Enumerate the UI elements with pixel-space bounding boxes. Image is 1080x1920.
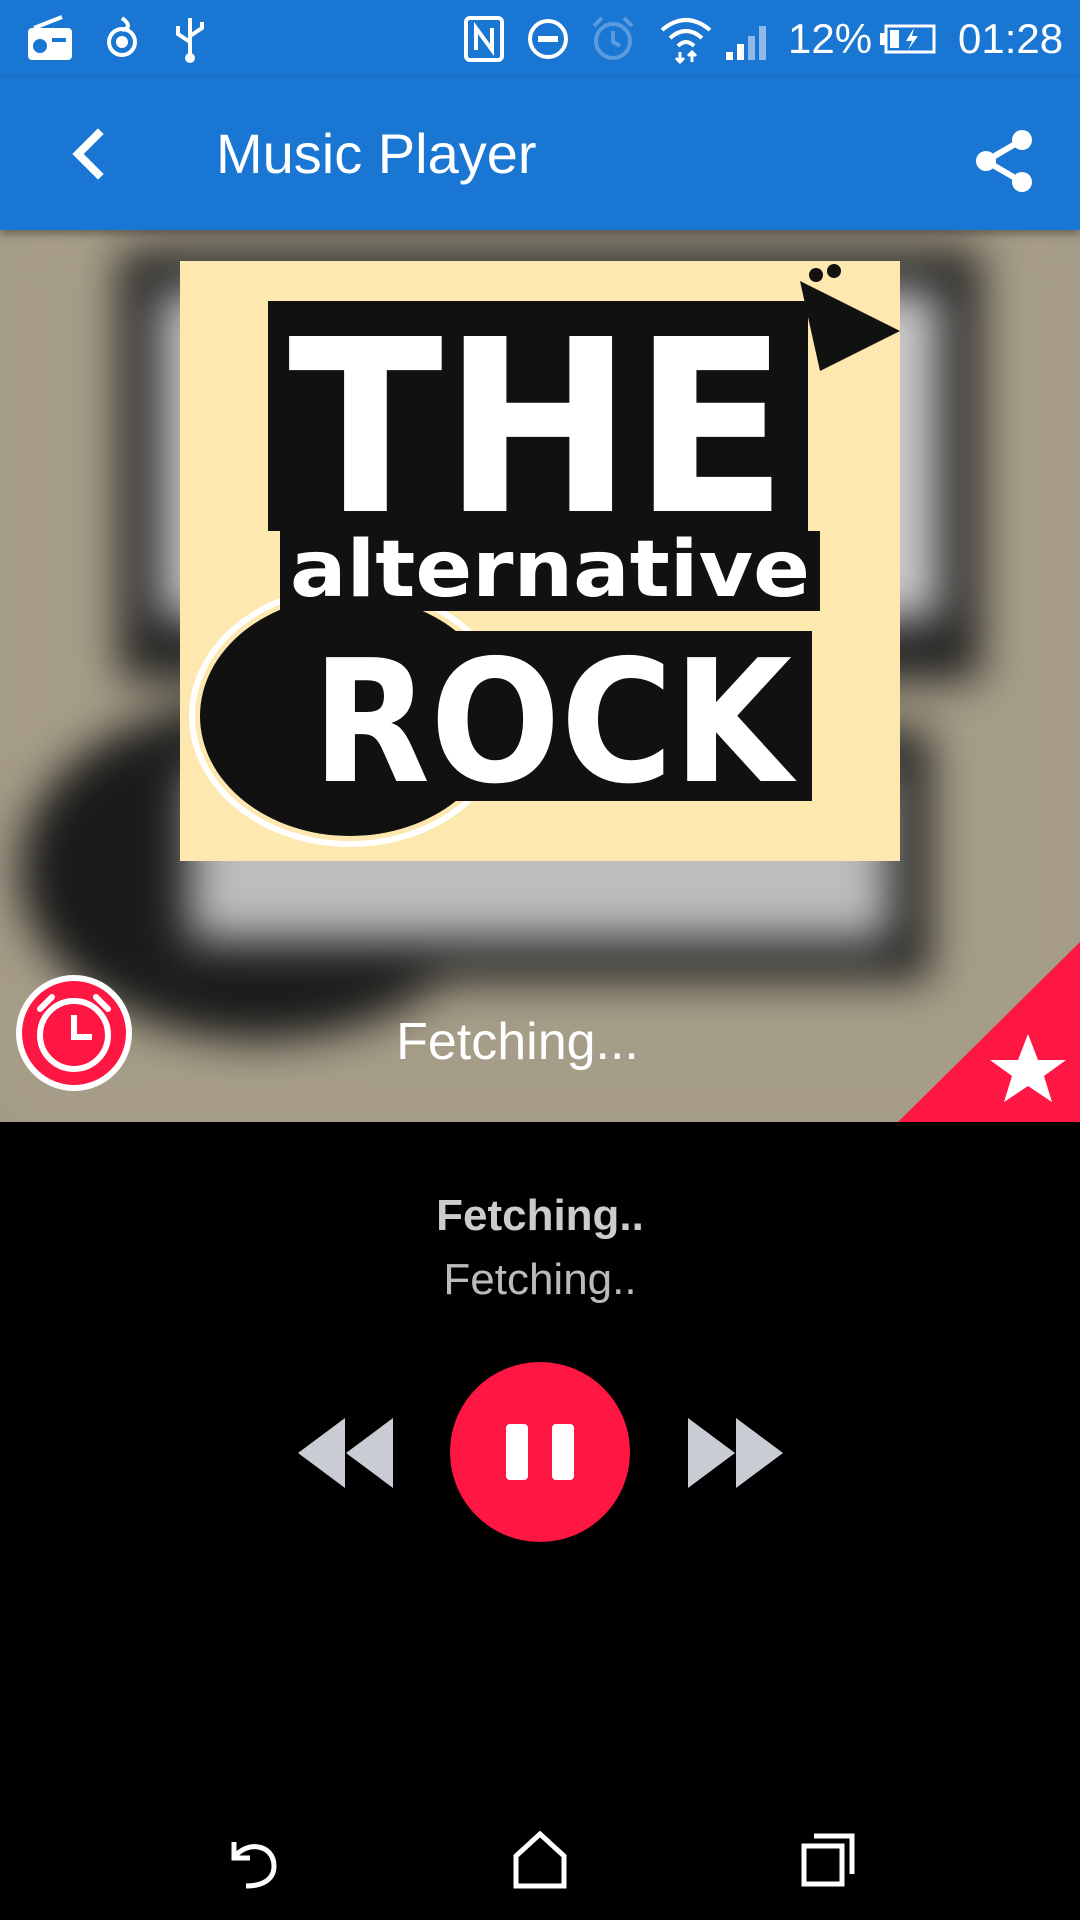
status-bar: 12% 01:28 [0, 0, 1080, 78]
logo-alternative: alternative [290, 525, 810, 615]
fast-forward-icon[interactable] [688, 1418, 783, 1488]
app-bar: Music Player [0, 78, 1080, 230]
radio-icon [28, 15, 72, 60]
album-art: THE alternative ROCK [180, 261, 900, 861]
track-title: Fetching.. [436, 1191, 644, 1240]
page-title: Music Player [216, 122, 537, 185]
battery-percent: 12% [788, 15, 873, 62]
navigation-bar [0, 1800, 1080, 1920]
artwork-area: THE alternative ROCK Fetching... [0, 230, 1080, 1122]
home-icon[interactable] [504, 1824, 576, 1896]
signal-icon [726, 26, 766, 60]
share-icon[interactable] [970, 126, 1040, 196]
stream-status: Fetching... [396, 1013, 639, 1071]
recents-icon[interactable] [792, 1824, 864, 1896]
pause-icon[interactable] [450, 1362, 630, 1542]
battery-charging-icon [880, 24, 936, 54]
usb-icon [176, 18, 204, 63]
track-artist: Fetching.. [443, 1255, 637, 1304]
favorite-button[interactable] [898, 942, 1080, 1122]
rewind-icon[interactable] [298, 1418, 393, 1488]
wifi-icon [660, 18, 712, 64]
chevron-left-icon[interactable] [50, 114, 130, 194]
hotspot-icon [107, 16, 137, 57]
nfc-icon [464, 16, 504, 62]
alarm-icon [592, 16, 634, 60]
clock: 01:28 [958, 15, 1064, 62]
back-icon[interactable] [216, 1824, 288, 1896]
do-not-disturb-icon [528, 19, 568, 59]
logo-rock: ROCK [312, 624, 797, 822]
